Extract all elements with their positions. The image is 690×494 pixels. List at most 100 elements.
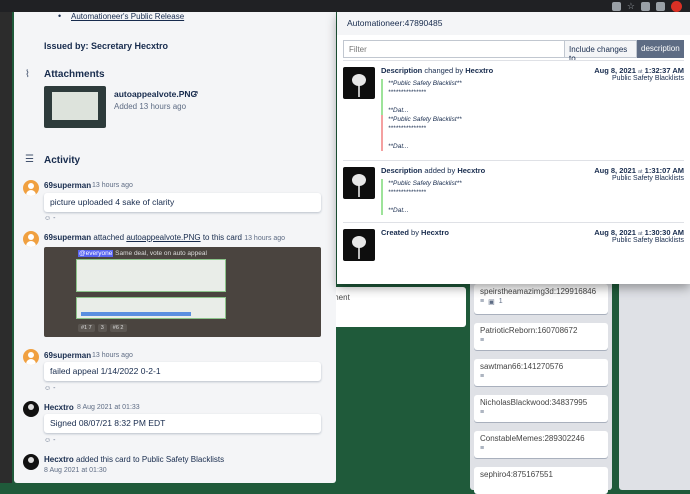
history-date: Aug 8, 2021 at 1:32:37 AM xyxy=(594,66,684,75)
history-field: Description xyxy=(381,166,423,175)
activity-time[interactable]: 13 hours ago xyxy=(244,235,285,242)
external-link-icon[interactable]: ↗ xyxy=(192,89,199,98)
issued-by: Issued by: Secretary Hecxtro xyxy=(44,41,169,51)
reaction-row[interactable]: ☺ - xyxy=(44,385,55,392)
attachment-preview-image[interactable]: @everyone Same deal, vote on auto appeal… xyxy=(44,247,321,337)
activity-user[interactable]: 69superman xyxy=(44,233,91,242)
attachment-filename[interactable]: autoappealvote.PNG xyxy=(114,89,197,99)
history-date-day: Aug 8, 2021 xyxy=(594,166,636,175)
history-entry: Description added by Hecxtro Aug 8, 2021… xyxy=(343,160,684,222)
description-link[interactable]: Automationeer's Public Release xyxy=(71,12,184,21)
history-user[interactable]: Hecxtro xyxy=(465,66,493,75)
board-card-title: sephiro4:875167551 xyxy=(480,470,553,479)
history-user[interactable]: Hecxtro xyxy=(457,166,485,175)
preview-header-text: Same deal, vote on auto appeal xyxy=(115,250,207,257)
attachment-thumbnail[interactable] xyxy=(44,86,106,128)
diff-added: **Public Safety Blacklist** ************… xyxy=(381,179,531,215)
activity-icon: ☰ xyxy=(25,154,34,165)
user-avatar-image[interactable] xyxy=(343,229,375,261)
diff-line: *************** xyxy=(388,189,426,196)
history-entry-title: Description changed by Hecxtro xyxy=(381,66,493,75)
profile-avatar[interactable] xyxy=(671,0,682,12)
board-list-edge xyxy=(619,280,690,490)
activity-user[interactable]: Hecxtro xyxy=(44,455,74,464)
board-card-title: ConstableMemes:289302246 xyxy=(480,434,585,443)
attachments-title: Attachments xyxy=(44,69,105,80)
card-detail-modal: • Automationeer's Public Release Issued … xyxy=(14,0,336,483)
comment-text: picture uploaded 4 sake of clarity xyxy=(50,197,175,207)
preview-mention: @everyone xyxy=(78,250,114,257)
diff-line xyxy=(388,97,531,106)
activity-title: Activity xyxy=(44,155,81,166)
diff-line: *************** xyxy=(388,125,426,132)
comment-text: failed appeal 1/14/2022 0-2-1 xyxy=(50,366,161,376)
popup-title: Automationeer:47890485 xyxy=(337,12,690,35)
puzzle-icon[interactable] xyxy=(656,1,665,11)
share-icon[interactable] xyxy=(611,1,621,11)
preview-reaction: 3 xyxy=(97,324,107,332)
paperclip-icon: ⌇ xyxy=(25,69,30,80)
avatar[interactable] xyxy=(23,180,39,196)
board-card-title: PatrioticReborn:160708672 xyxy=(480,326,578,335)
activity-user[interactable]: 69superman xyxy=(44,351,91,360)
activity-user[interactable]: Hecxtro xyxy=(44,403,74,412)
avatar[interactable] xyxy=(23,401,39,417)
reaction-row[interactable]: ☺ - xyxy=(44,437,55,444)
smiley-icon[interactable]: ☺ xyxy=(44,215,51,222)
diff-line xyxy=(388,133,531,142)
activity-action: attached xyxy=(93,233,125,242)
board-card[interactable]: ConstableMemes:289302246 ≡ xyxy=(474,431,608,458)
diff-line: *************** xyxy=(388,89,426,96)
include-select[interactable]: description xyxy=(637,40,684,58)
smiley-icon[interactable]: ☺ xyxy=(44,385,51,392)
history-user[interactable]: Hecxtro xyxy=(421,228,449,237)
smiley-icon[interactable]: ☺ xyxy=(44,437,51,444)
filter-input[interactable] xyxy=(343,40,565,58)
board-list: speirstheamazimg3d:129916846 ≡ ▣ 1 Patrioti… xyxy=(470,280,612,494)
user-avatar-image[interactable] xyxy=(343,67,375,99)
board-card[interactable]: speirstheamazimg3d:129916846 ≡ ▣ 1 xyxy=(474,284,608,314)
reaction-row[interactable]: ☺ - xyxy=(44,215,55,222)
history-date-day: Aug 8, 2021 xyxy=(594,228,636,237)
activity-time[interactable]: 13 hours ago xyxy=(92,352,133,359)
preview-panel xyxy=(76,297,226,319)
left-overlay xyxy=(0,12,12,483)
board-card[interactable]: PatrioticReborn:160708672 ≡ xyxy=(474,323,608,350)
activity-user[interactable]: 69superman xyxy=(44,181,91,190)
avatar[interactable] xyxy=(23,454,39,470)
history-field: Created xyxy=(381,228,409,237)
preview-reaction: #6 2 xyxy=(109,324,127,332)
history-verb: added by xyxy=(424,166,456,175)
extension-icon[interactable] xyxy=(641,1,650,11)
attachment-icon: ▣ xyxy=(488,299,495,306)
diff-added: **Public Safety Blacklist** ************… xyxy=(381,79,531,115)
user-avatar-image[interactable] xyxy=(343,167,375,199)
comment-box: failed appeal 1/14/2022 0-2-1 xyxy=(44,362,321,381)
history-time: 1:32:37 AM xyxy=(644,66,684,75)
star-icon[interactable]: ☆ xyxy=(627,1,635,11)
avatar[interactable] xyxy=(23,231,39,247)
board-card[interactable]: NicholasBlackwood:34837995 ≡ xyxy=(474,395,608,422)
activity-time[interactable]: 8 Aug 2021 at 01:33 xyxy=(77,404,140,411)
board-card-partial[interactable]: ment xyxy=(326,287,466,327)
description-icon: ≡ xyxy=(480,298,485,305)
comment-box: Signed 08/07/21 8:32 PM EDT xyxy=(44,414,321,433)
description-icon: ≡ xyxy=(480,445,485,452)
history-list: Public Safety Blacklists xyxy=(612,237,684,244)
reaction-separator: - xyxy=(53,437,56,444)
history-field: Description xyxy=(381,66,423,75)
activity-time[interactable]: 13 hours ago xyxy=(92,182,133,189)
board-card[interactable]: sephiro4:875167551 xyxy=(474,467,608,494)
avatar[interactable] xyxy=(23,349,39,365)
activity-time[interactable]: 8 Aug 2021 at 01:30 xyxy=(44,467,107,474)
comment-box: picture uploaded 4 sake of clarity xyxy=(44,193,321,212)
filter-row: Include changes to description xyxy=(343,40,684,63)
comment-text: Signed 08/07/21 8:32 PM EDT xyxy=(50,418,166,428)
history-entry-title: Created by Hecxtro xyxy=(381,228,449,237)
attachment-link[interactable]: autoappealvote.PNG xyxy=(126,233,200,242)
activity-action: added this card to Public Safety Blackli… xyxy=(76,455,225,464)
board-card[interactable]: sawtman66:141270576 ≡ xyxy=(474,359,608,386)
history-time: 1:30:30 AM xyxy=(644,228,684,237)
activity-attach-line: 69superman attached autoappealvote.PNG t… xyxy=(44,233,285,242)
diff-line: **Dat... xyxy=(388,207,409,214)
